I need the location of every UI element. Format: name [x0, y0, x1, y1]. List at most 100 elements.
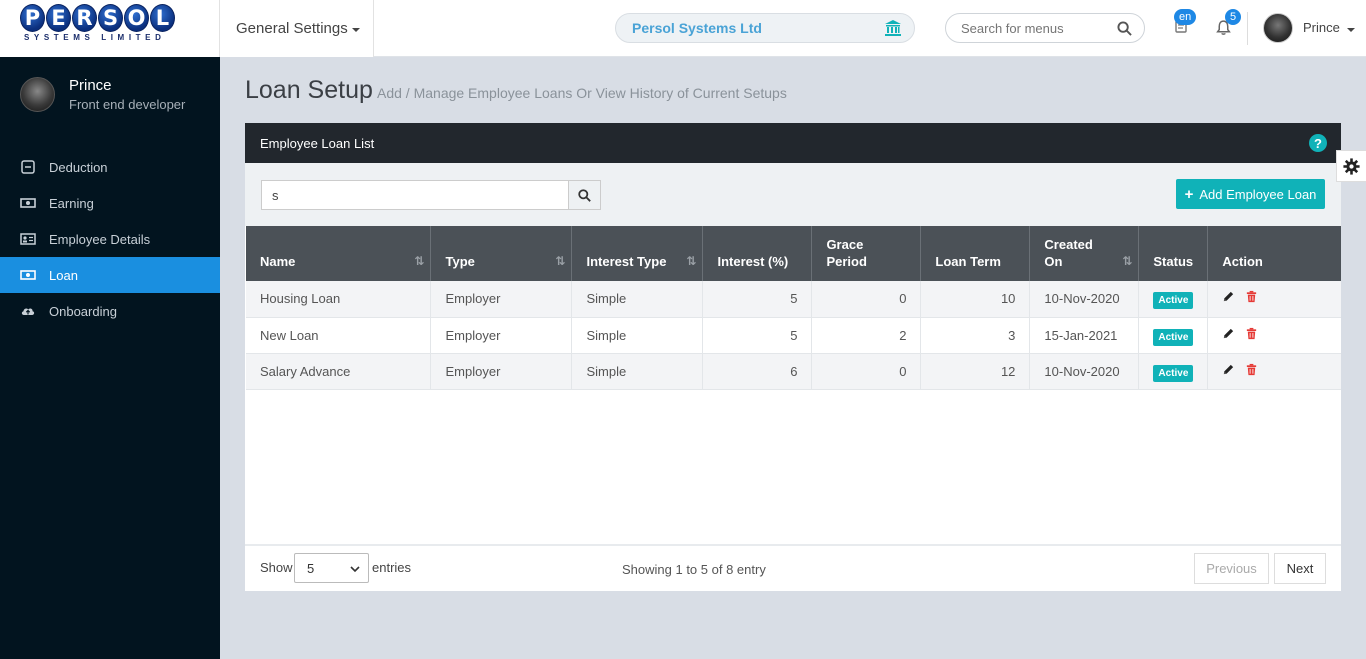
col-status[interactable]: Status: [1138, 226, 1209, 281]
user-name: Prince: [1303, 20, 1340, 35]
loan-table: Name ⇅ Type ⇅ Interest Type ⇅ Interest (%) …: [246, 226, 1341, 390]
loan-list-panel: Employee Loan List ? s + Add Employee Lo…: [245, 123, 1341, 591]
filter-search-button[interactable]: [569, 180, 601, 210]
cell-name: Housing Loan: [246, 281, 432, 317]
sidebar-item-earning[interactable]: Earning: [0, 185, 220, 221]
sidebar-nav: Deduction Earning Employee Details Loan Onbo…: [0, 149, 220, 329]
cell-created-on: 15-Jan-2021: [1029, 317, 1140, 353]
minus-square-icon: [21, 160, 35, 174]
sidebar: Prince Front end developer Deduction Earn…: [0, 57, 220, 659]
brand-logo[interactable]: PERSOL SYSTEMS LIMITED: [0, 0, 219, 57]
logo-letter: O: [124, 4, 149, 32]
cell-status: Active: [1138, 281, 1209, 317]
id-card-icon: [20, 233, 36, 245]
sort-icon: ⇅: [555, 254, 565, 268]
help-icon[interactable]: ?: [1309, 134, 1327, 152]
next-page-button[interactable]: Next: [1274, 553, 1326, 584]
sidebar-item-label: Deduction: [49, 159, 108, 175]
company-selector[interactable]: Persol Systems Ltd: [615, 13, 915, 43]
menu-search-input[interactable]: [961, 20, 1111, 36]
company-name: Persol Systems Ltd: [632, 20, 762, 36]
cell-interest-type: Simple: [571, 317, 704, 353]
sidebar-item-label: Onboarding: [49, 303, 117, 319]
table-row: New Loan Employer Simple 5 2 3 15-Jan-2021 Acti…: [246, 317, 1341, 353]
add-employee-loan-button[interactable]: + Add Employee Loan: [1176, 179, 1325, 209]
edit-icon[interactable]: [1222, 363, 1235, 376]
edit-icon[interactable]: [1222, 290, 1235, 303]
avatar[interactable]: [20, 77, 55, 112]
gear-icon: [1343, 157, 1360, 175]
sidebar-item-loan[interactable]: Loan: [0, 257, 220, 293]
cell-grace-period: 0: [811, 353, 922, 389]
cell-loan-term: 12: [920, 353, 1031, 389]
table-header-row: Name ⇅ Type ⇅ Interest Type ⇅ Interest (%) …: [246, 226, 1341, 281]
page-size-select[interactable]: 5: [294, 553, 369, 583]
col-interest-type[interactable]: Interest Type ⇅: [571, 226, 704, 281]
col-name[interactable]: Name ⇅: [246, 226, 432, 281]
logo-letter: P: [20, 4, 45, 32]
caret-down-icon: [1347, 28, 1356, 32]
edit-icon[interactable]: [1222, 327, 1235, 340]
sort-icon: ⇅: [414, 254, 424, 268]
sort-icon: ⇅: [1122, 254, 1132, 268]
delete-icon[interactable]: [1245, 363, 1258, 376]
cell-grace-period: 0: [811, 281, 922, 317]
cell-created-on: 10-Nov-2020: [1029, 353, 1140, 389]
filter-input[interactable]: s: [261, 180, 569, 210]
table-row: Salary Advance Employer Simple 6 0 12 10-Nov-2…: [246, 353, 1341, 389]
general-settings-menu[interactable]: General Settings: [219, 0, 374, 57]
sidebar-item-label: Employee Details: [49, 231, 151, 247]
status-badge: Active: [1153, 328, 1194, 346]
col-type[interactable]: Type ⇅: [430, 226, 573, 281]
cell-type: Employer: [430, 353, 573, 389]
page-title: Loan Setup: [245, 76, 373, 104]
divider: [1247, 12, 1248, 45]
cell-type: Employer: [430, 281, 573, 317]
cell-type: Employer: [430, 317, 573, 353]
cell-action: [1208, 317, 1341, 353]
sidebar-item-employee-details[interactable]: Employee Details: [0, 221, 220, 257]
profile-name: Prince: [69, 77, 112, 94]
cell-interest-type: Simple: [571, 281, 704, 317]
col-action: Action: [1222, 254, 1263, 269]
cloud-upload-icon: [21, 308, 35, 315]
settings-toggle[interactable]: [1336, 150, 1366, 182]
delete-icon[interactable]: [1245, 327, 1258, 340]
add-employee-loan-label: Add Employee Loan: [1199, 186, 1317, 202]
notification-badge[interactable]: 5: [1225, 9, 1242, 25]
status-badge: Active: [1153, 292, 1194, 310]
cell-action: [1208, 281, 1341, 317]
cell-interest: 5: [702, 281, 813, 317]
col-created-on[interactable]: Created On ⇅: [1029, 226, 1140, 281]
panel-header: Employee Loan List ?: [245, 123, 1341, 163]
cell-status: Active: [1138, 317, 1209, 353]
col-grace-period[interactable]: Grace Period: [811, 226, 922, 281]
panel-toolbar: s + Add Employee Loan: [245, 163, 1341, 226]
sidebar-item-deduction[interactable]: Deduction: [0, 149, 220, 185]
filter-value: s: [272, 187, 279, 203]
page-size-value: 5: [307, 560, 315, 576]
user-menu[interactable]: Prince: [1303, 20, 1356, 35]
avatar[interactable]: [1263, 13, 1293, 43]
cell-interest-type: Simple: [571, 353, 704, 389]
table-row: Housing Loan Employer Simple 5 0 10 10-Nov-202…: [246, 281, 1341, 317]
money-icon: [20, 198, 36, 208]
logo-letter: L: [150, 4, 175, 32]
cell-name: Salary Advance: [246, 353, 432, 389]
language-badge[interactable]: en: [1174, 9, 1197, 25]
cell-action: [1208, 353, 1341, 389]
logo-letter: S: [98, 4, 123, 32]
delete-icon[interactable]: [1245, 290, 1258, 303]
entries-label: entries: [372, 560, 412, 575]
col-loan-term[interactable]: Loan Term: [920, 226, 1031, 281]
search-icon[interactable]: [1117, 21, 1132, 36]
previous-page-button[interactable]: Previous: [1194, 553, 1269, 584]
profile-role: Front end developer: [69, 97, 186, 112]
money-icon: [20, 270, 36, 280]
cell-interest: 6: [702, 353, 813, 389]
cell-loan-term: 3: [920, 317, 1031, 353]
sidebar-item-onboarding[interactable]: Onboarding: [0, 293, 220, 329]
logo-letter: R: [72, 4, 97, 32]
table-footer: Show 5 entries Showing 1 to 5 of 8 entry…: [245, 544, 1341, 591]
col-interest[interactable]: Interest (%): [702, 226, 813, 281]
